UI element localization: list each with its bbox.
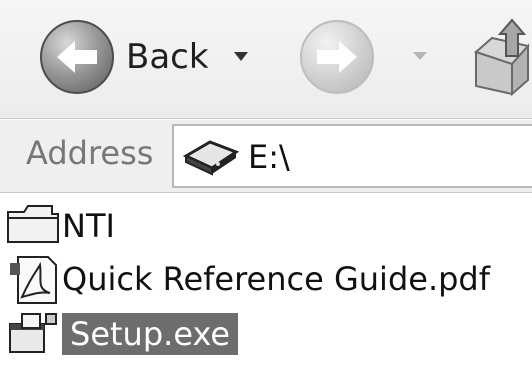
list-item[interactable]: Quick Reference Guide.pdf: [6, 255, 490, 304]
pdf-file-icon: [6, 255, 62, 304]
up-folder-button[interactable]: [470, 16, 532, 96]
forward-arrow-icon: [300, 20, 374, 94]
forward-button[interactable]: [300, 20, 374, 94]
back-arrow-icon: [40, 20, 114, 94]
address-field[interactable]: E:\: [172, 124, 532, 188]
file-name: Quick Reference Guide.pdf: [62, 260, 490, 298]
folder-icon: [6, 202, 62, 250]
back-dropdown-icon[interactable]: [234, 52, 248, 61]
address-value: E:\: [248, 138, 290, 176]
address-label: Address: [26, 134, 154, 172]
drive-icon: [182, 140, 240, 176]
up-folder-icon: [474, 18, 530, 96]
forward-dropdown-icon[interactable]: [413, 52, 427, 60]
list-item[interactable]: NTI: [6, 202, 115, 250]
navigation-toolbar: Back: [0, 0, 532, 119]
file-name: NTI: [62, 207, 115, 245]
back-button[interactable]: Back: [40, 20, 209, 94]
file-name: Setup.exe: [62, 313, 239, 355]
executable-icon: [6, 310, 62, 358]
back-label: Back: [126, 37, 209, 77]
address-bar: Address E:\: [0, 120, 532, 193]
list-item-selected[interactable]: Setup.exe: [6, 310, 239, 358]
